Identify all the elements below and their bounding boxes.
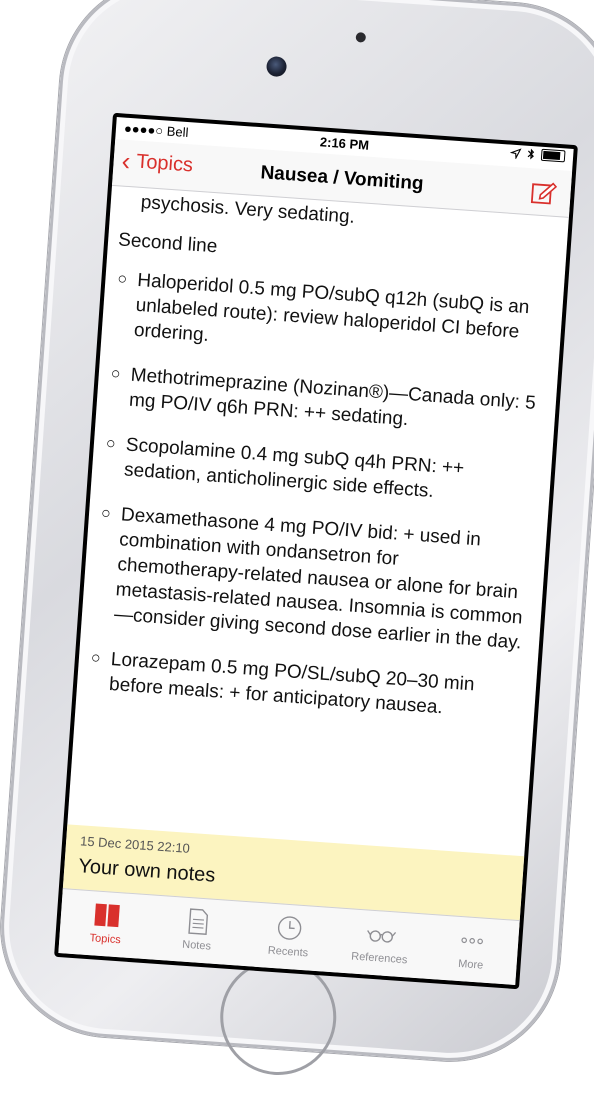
app-window: ●●●●○ Bell 2:16 PM ‹ Topics Nausea / Vom… bbox=[58, 117, 574, 985]
tab-references[interactable]: References bbox=[332, 908, 428, 978]
bluetooth-icon bbox=[527, 148, 535, 160]
sensor-dot bbox=[355, 32, 367, 43]
battery-icon bbox=[540, 148, 566, 163]
location-arrow-icon bbox=[509, 147, 522, 159]
tab-recents[interactable]: Recents bbox=[241, 902, 337, 972]
clock-icon bbox=[277, 916, 302, 940]
tab-label: Notes bbox=[181, 938, 212, 953]
more-icon bbox=[461, 937, 484, 945]
tab-label: Topics bbox=[89, 932, 122, 947]
glasses-icon bbox=[366, 930, 396, 943]
list-item-text: Dexamethasone 4 mg PO/IV bid: + used in … bbox=[113, 504, 524, 654]
note-text: Your own notes bbox=[77, 855, 217, 887]
note-date: 15 Dec 2015 22:10 bbox=[79, 833, 191, 856]
tab-more[interactable]: More bbox=[424, 915, 520, 985]
document-icon bbox=[188, 908, 209, 936]
tab-label: Recents bbox=[267, 944, 309, 960]
compose-icon[interactable] bbox=[530, 178, 558, 206]
front-camera bbox=[265, 55, 288, 78]
tab-label: More bbox=[457, 957, 484, 972]
tab-notes[interactable]: Notes bbox=[150, 896, 246, 966]
book-icon bbox=[94, 903, 120, 928]
topic-content: psychosis. Very sedating. Second line ○ … bbox=[67, 186, 569, 856]
phone-screen: ●●●●○ Bell 2:16 PM ‹ Topics Nausea / Vom… bbox=[54, 112, 578, 990]
tab-topics[interactable]: Topics bbox=[58, 889, 154, 959]
tab-label: References bbox=[350, 950, 408, 967]
